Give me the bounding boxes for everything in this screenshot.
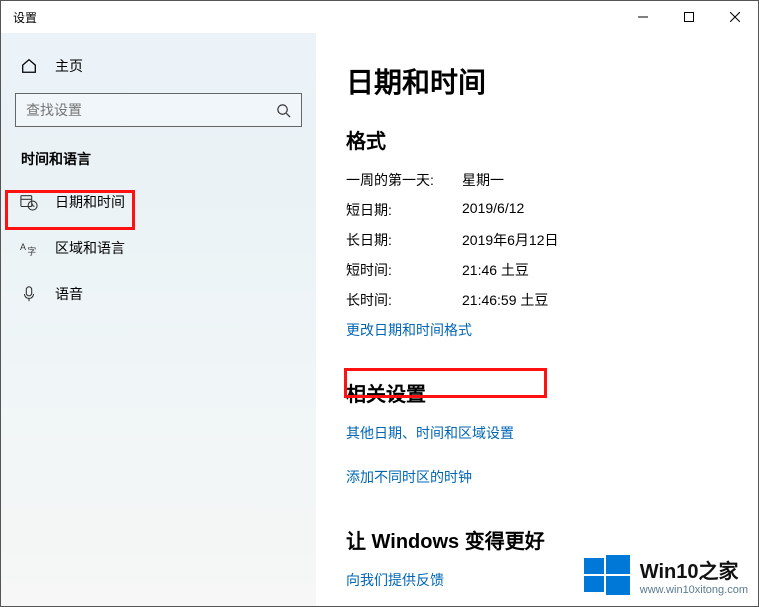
windows-logo-icon xyxy=(584,552,630,598)
close-button[interactable] xyxy=(712,1,758,33)
label: 长时间: xyxy=(346,290,462,310)
value: 星期一 xyxy=(462,170,504,190)
label: 短时间: xyxy=(346,260,462,280)
home-icon xyxy=(19,56,39,76)
sidebar-item-label: 日期和时间 xyxy=(55,192,125,212)
value: 21:46:59 土豆 xyxy=(462,290,548,310)
settings-window: 设置 主页 xyxy=(0,0,759,607)
watermark-url: www.win10xitong.com xyxy=(640,584,748,596)
watermark: Win10之家 www.win10xitong.com xyxy=(584,552,748,598)
window-title: 设置 xyxy=(1,9,620,26)
language-icon: A字 xyxy=(19,238,39,258)
page-title: 日期和时间 xyxy=(346,61,738,101)
home-label: 主页 xyxy=(55,56,83,76)
maximize-button[interactable] xyxy=(666,1,712,33)
sidebar-item-label: 区域和语言 xyxy=(55,238,125,258)
window-controls xyxy=(620,1,758,33)
row-shortdate: 短日期:2019/6/12 xyxy=(346,200,738,220)
calendar-clock-icon xyxy=(19,192,39,212)
value: 2019/6/12 xyxy=(462,200,524,220)
sidebar-item-label: 语音 xyxy=(55,284,83,304)
watermark-title: Win10之家 xyxy=(640,555,748,584)
change-format-link[interactable]: 更改日期和时间格式 xyxy=(346,320,472,340)
label: 一周的第一天: xyxy=(346,170,462,190)
add-timezone-link[interactable]: 添加不同时区的时钟 xyxy=(346,467,472,487)
row-firstday: 一周的第一天:星期一 xyxy=(346,170,738,190)
row-longtime: 长时间:21:46:59 土豆 xyxy=(346,290,738,310)
titlebar: 设置 xyxy=(1,1,758,33)
label: 长日期: xyxy=(346,230,462,250)
related-block: 相关设置 其他日期、时间和区域设置 添加不同时区的时钟 xyxy=(346,378,738,497)
search-box[interactable] xyxy=(15,93,302,127)
feedback-link[interactable]: 向我们提供反馈 xyxy=(346,570,444,590)
row-longdate: 长日期:2019年6月12日 xyxy=(346,230,738,250)
microphone-icon xyxy=(19,284,39,304)
format-heading: 格式 xyxy=(346,125,738,154)
related-heading: 相关设置 xyxy=(346,378,738,407)
value: 2019年6月12日 xyxy=(462,230,559,250)
search-input[interactable] xyxy=(26,102,275,118)
sidebar-item-region[interactable]: A字 区域和语言 xyxy=(11,225,306,271)
search-icon xyxy=(275,102,291,118)
minimize-button[interactable] xyxy=(620,1,666,33)
home-nav[interactable]: 主页 xyxy=(11,43,306,89)
main-content: 日期和时间 格式 一周的第一天:星期一 短日期:2019/6/12 长日期:20… xyxy=(316,33,758,606)
sidebar-section-title: 时间和语言 xyxy=(11,127,306,179)
label: 短日期: xyxy=(346,200,462,220)
sidebar: 主页 时间和语言 日期和时间 A字 区域和语言 xyxy=(1,33,316,606)
better-heading: 让 Windows 变得更好 xyxy=(346,525,738,554)
format-block: 格式 一周的第一天:星期一 短日期:2019/6/12 长日期:2019年6月1… xyxy=(346,125,738,350)
svg-text:A: A xyxy=(20,242,26,252)
window-body: 主页 时间和语言 日期和时间 A字 区域和语言 xyxy=(1,33,758,606)
sidebar-item-speech[interactable]: 语音 xyxy=(11,271,306,317)
other-date-region-link[interactable]: 其他日期、时间和区域设置 xyxy=(346,423,514,443)
svg-text:字: 字 xyxy=(27,245,36,256)
value: 21:46 土豆 xyxy=(462,260,529,280)
row-shorttime: 短时间:21:46 土豆 xyxy=(346,260,738,280)
sidebar-item-datetime[interactable]: 日期和时间 xyxy=(11,179,306,225)
